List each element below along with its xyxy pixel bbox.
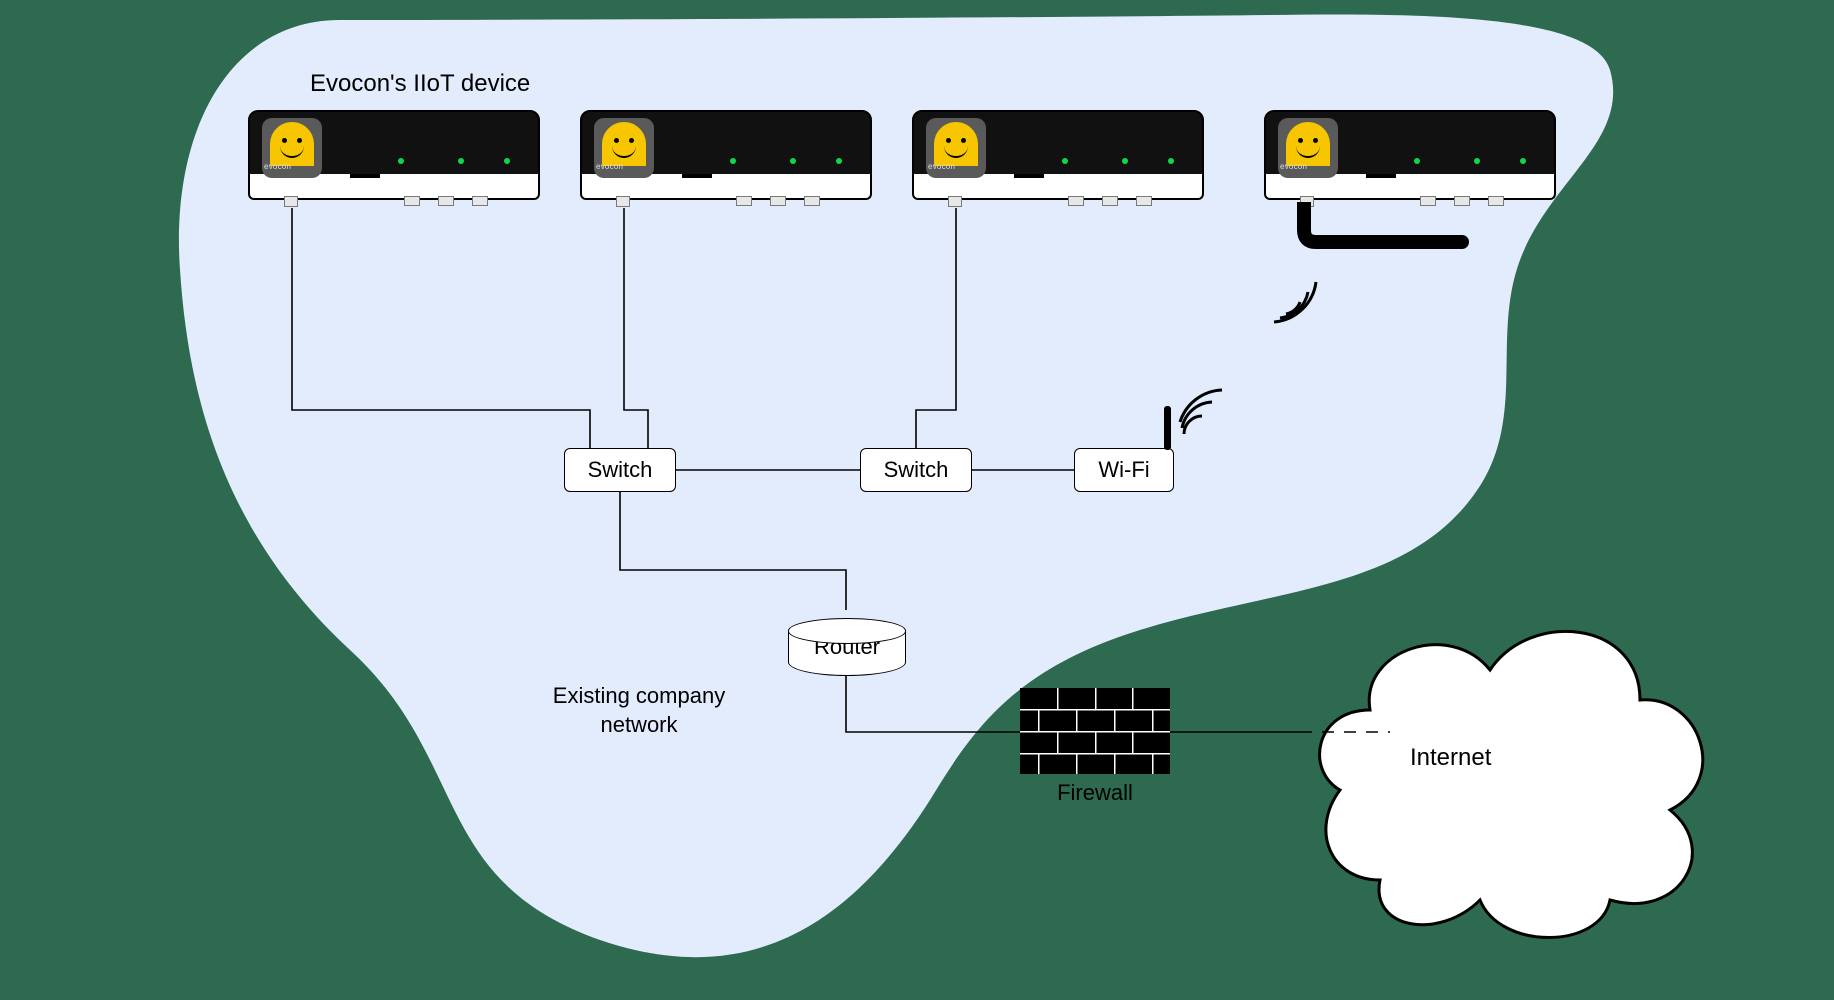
internet-label: Internet (1410, 742, 1491, 773)
firewall-icon (1020, 688, 1170, 774)
firewall-node: Firewall (1020, 688, 1170, 806)
wifi-waves-icon (1258, 274, 1338, 334)
company-network-label: Existing company network (524, 682, 754, 739)
switch-1-node: Switch (564, 448, 676, 492)
iiot-device-3: evocon (912, 110, 1204, 208)
switch-2-node: Switch (860, 448, 972, 492)
iiot-device-2: evocon (580, 110, 872, 208)
diagram-title: Evocon's IIoT device (310, 68, 530, 99)
router-node: Router (788, 606, 906, 676)
wifi-node: Wi-Fi (1074, 448, 1174, 492)
iiot-device-4: evocon (1264, 110, 1556, 208)
iiot-device-1: evocon (248, 110, 540, 208)
internet-cloud (1300, 580, 1720, 960)
diagram-canvas: Evocon's IIoT device evocon evocon evoco… (0, 0, 1834, 1000)
wifi-antenna-icon (1164, 388, 1254, 463)
